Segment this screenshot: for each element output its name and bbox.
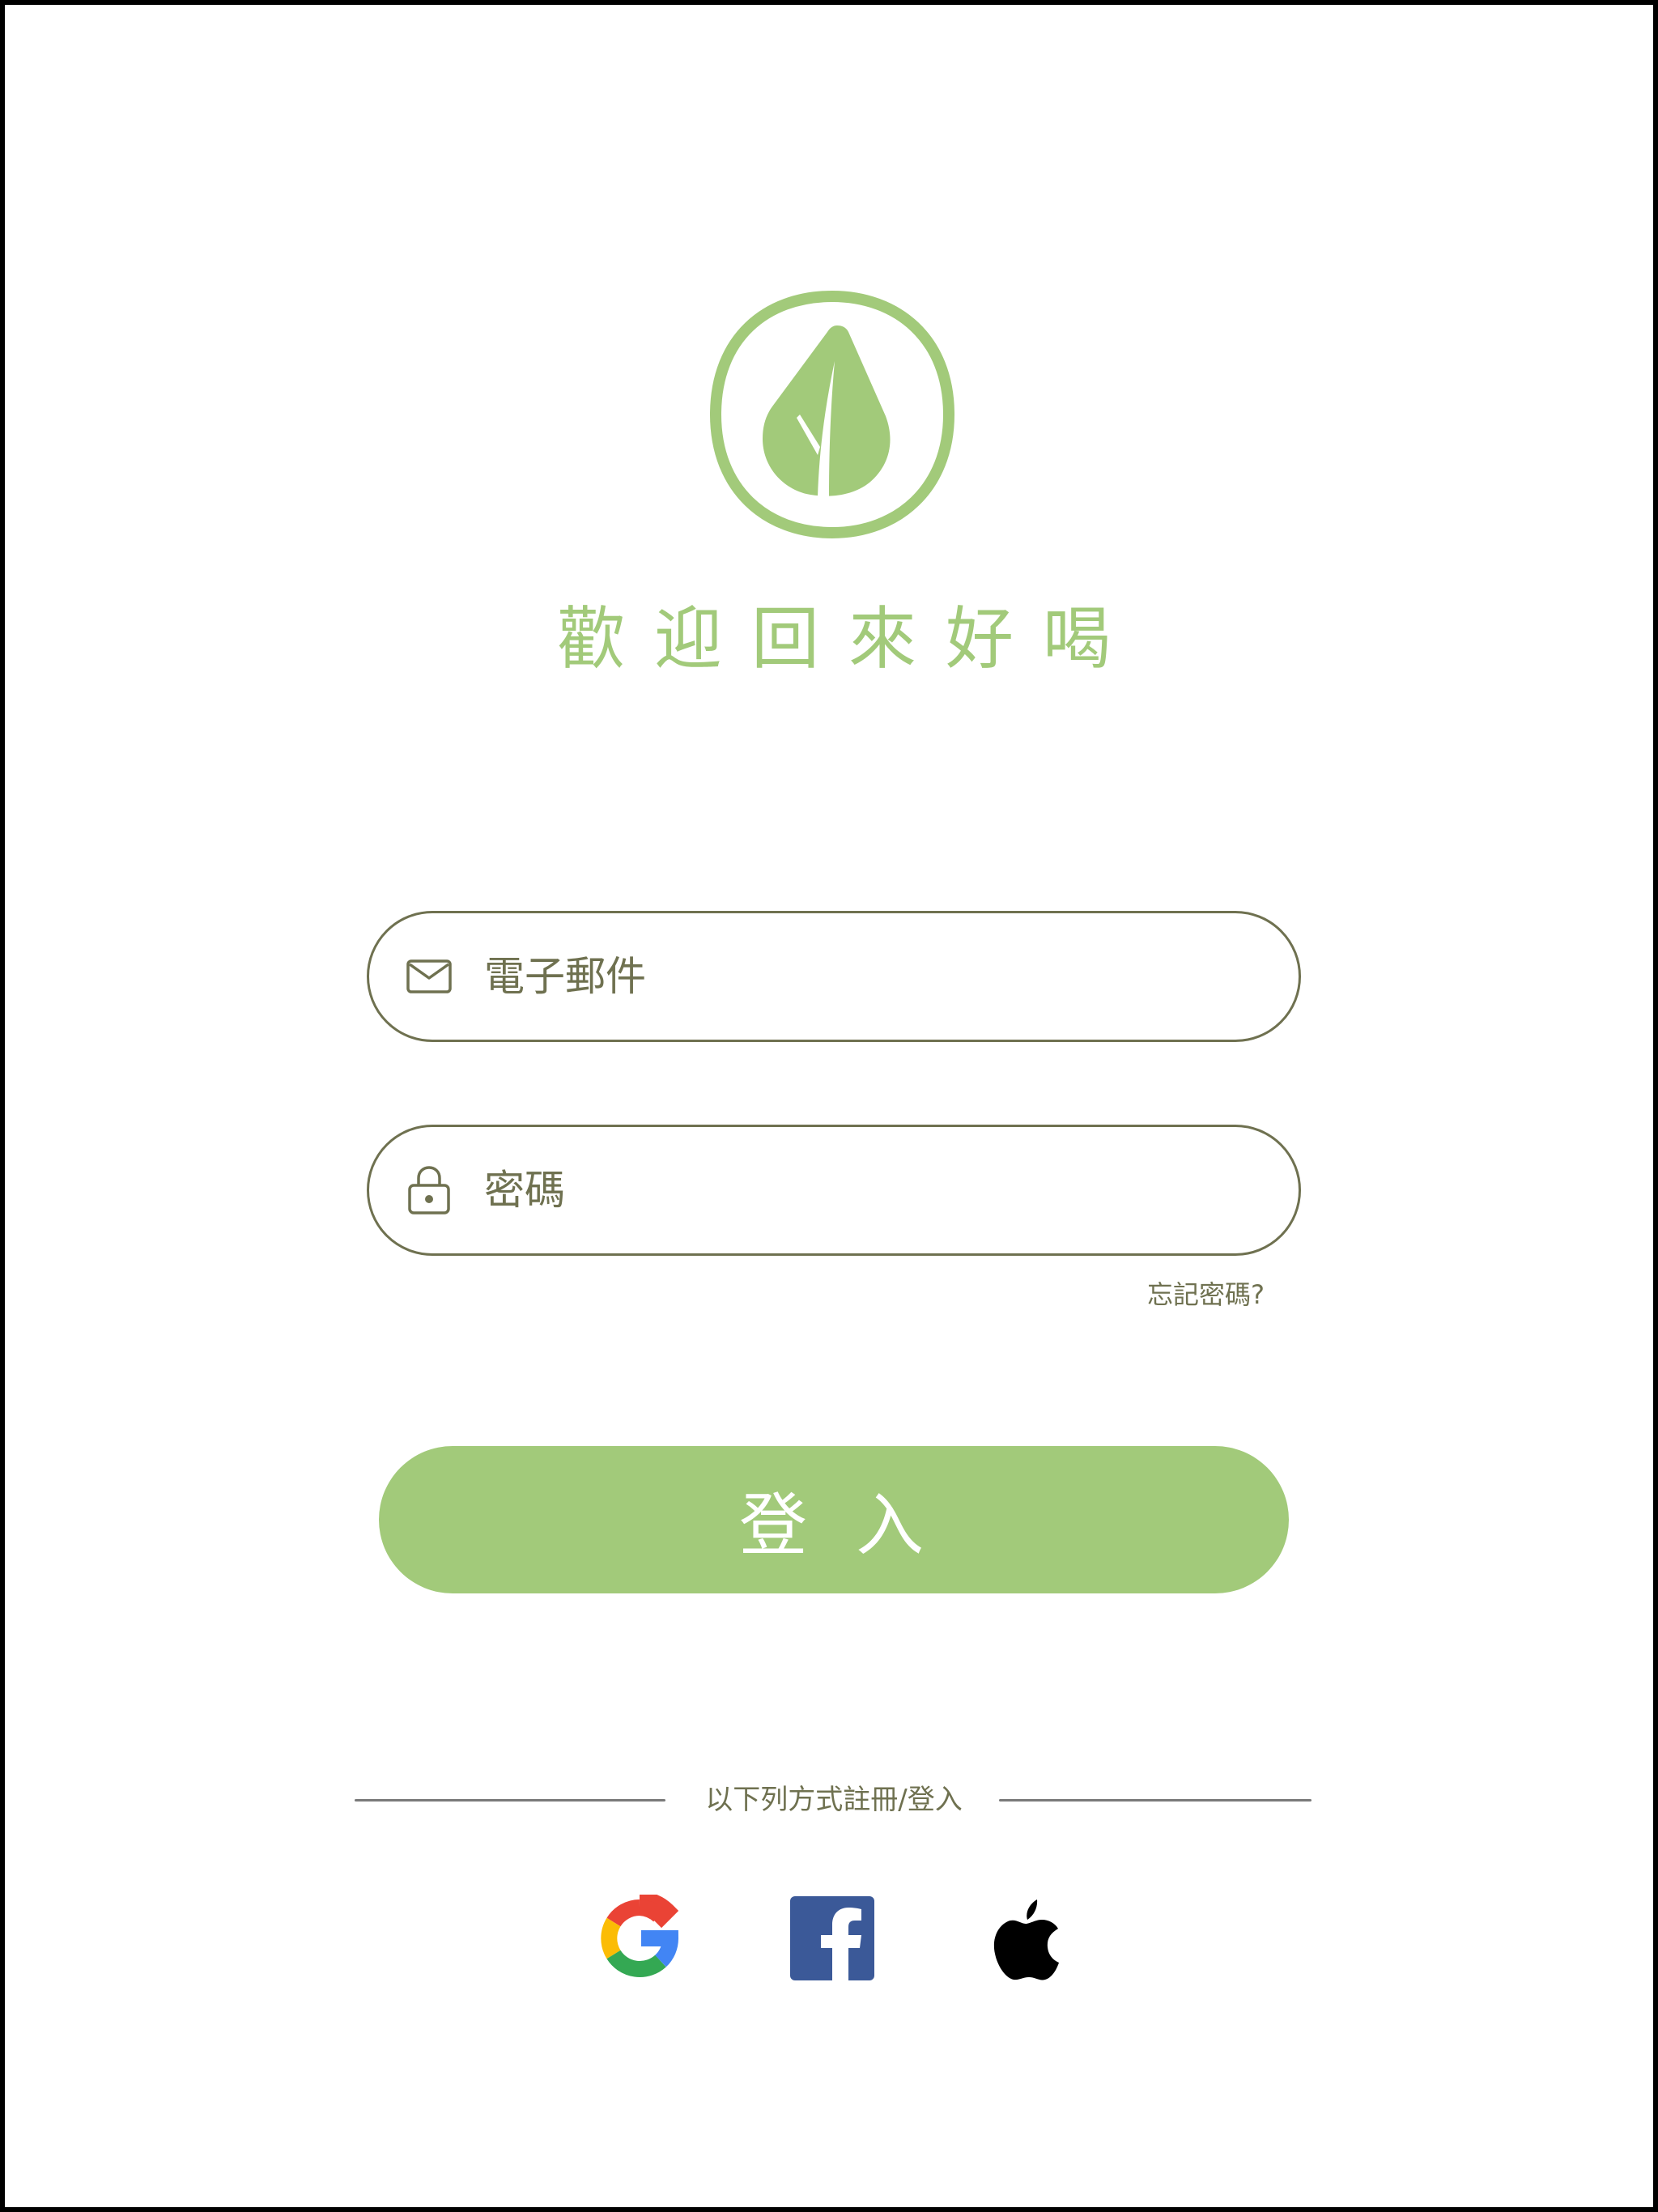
leaf-logo-icon xyxy=(709,290,955,539)
password-field[interactable] xyxy=(367,1125,1301,1256)
forgot-password-link[interactable]: 忘記密碼? xyxy=(1147,1274,1265,1312)
lock-icon xyxy=(408,1166,450,1214)
login-screen: 歡迎回來好喝 忘記密碼? 登入 以下列方式註冊/登入 xyxy=(0,0,1658,2212)
password-input[interactable] xyxy=(483,1127,1250,1253)
email-field[interactable] xyxy=(367,911,1301,1042)
apple-icon[interactable] xyxy=(980,1895,1068,1982)
divider-right xyxy=(999,1799,1312,1802)
social-divider-label: 以下列方式註冊/登入 xyxy=(705,1784,963,1816)
login-button[interactable]: 登入 xyxy=(379,1446,1289,1593)
facebook-icon[interactable] xyxy=(789,1895,876,1982)
email-input[interactable] xyxy=(483,913,1250,1040)
welcome-title: 歡迎回來好喝 xyxy=(556,599,1140,678)
google-icon[interactable] xyxy=(596,1895,683,1982)
mail-icon xyxy=(406,959,452,993)
